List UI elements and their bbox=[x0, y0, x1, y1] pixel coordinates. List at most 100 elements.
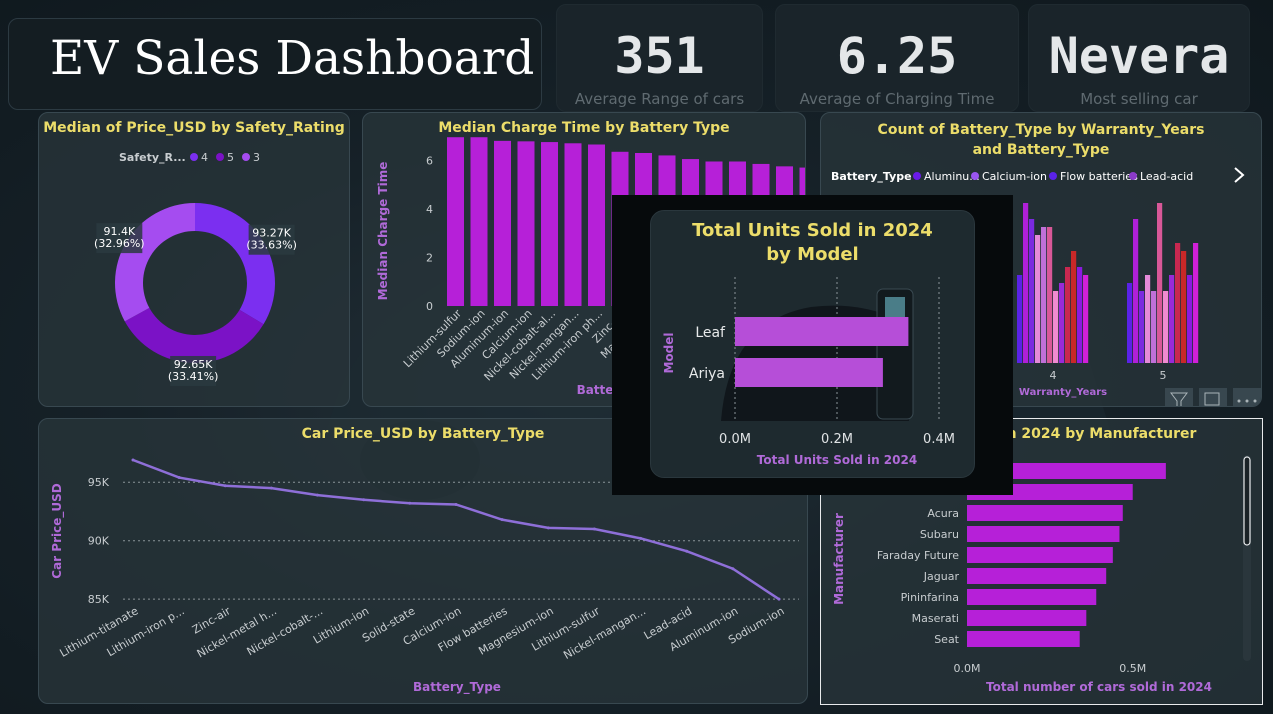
scrollbar-thumb bbox=[1243, 456, 1251, 546]
x-tick-label: 5 bbox=[1160, 369, 1167, 382]
legend-label: Lead-acid bbox=[1140, 170, 1193, 183]
kpi-value: 6.25 bbox=[836, 27, 958, 85]
bar bbox=[1023, 203, 1029, 363]
bar bbox=[470, 137, 488, 306]
bar bbox=[1151, 291, 1157, 363]
bar bbox=[1193, 243, 1199, 363]
data-point bbox=[362, 498, 366, 502]
bar bbox=[1071, 251, 1077, 363]
donut-chart-panel[interactable]: Median of Price_USD by Safety_Rating Saf… bbox=[38, 112, 350, 407]
y-tick-label: 95K bbox=[88, 476, 110, 489]
legend-title: Safety_R... bbox=[119, 151, 186, 164]
x-tick-label: 0.4M bbox=[923, 432, 955, 447]
donut-slice bbox=[195, 203, 275, 325]
bar bbox=[1139, 291, 1145, 363]
model-chart: 0.0M 0.2M 0.4M Leaf Ariya Model Total Units So… bbox=[662, 277, 955, 467]
data-point bbox=[269, 486, 273, 490]
bar bbox=[735, 358, 883, 387]
bar bbox=[967, 589, 1097, 605]
model-chart-popup[interactable]: Total Units Sold in 2024 by Model 0.0M 0.… bbox=[612, 195, 1013, 495]
legend-label: 5 bbox=[227, 151, 234, 164]
bar bbox=[1029, 219, 1035, 363]
bar bbox=[967, 568, 1107, 584]
x-axis-title: Battery_Type bbox=[413, 680, 501, 695]
more-options-dot bbox=[1237, 399, 1241, 403]
legend-marker bbox=[242, 153, 250, 161]
y-tick-label: 90K bbox=[88, 535, 110, 548]
data-point bbox=[408, 501, 412, 505]
x-tick-label: Lithium-iron p... bbox=[105, 604, 187, 659]
kpi-card-charging-time[interactable]: 6.25 Average of Charging Time bbox=[775, 4, 1019, 112]
more-options-dot bbox=[1245, 399, 1249, 403]
legend-label: Flow batteries bbox=[1060, 170, 1138, 183]
x-axis-title: Total Units Sold in 2024 bbox=[757, 453, 917, 467]
bar bbox=[588, 144, 605, 306]
kpi-value: Nevera bbox=[1048, 27, 1230, 85]
legend-marker bbox=[1049, 172, 1057, 180]
bar bbox=[735, 317, 909, 346]
x-tick-label: Nickel-metal h... bbox=[195, 604, 279, 660]
bar bbox=[1017, 275, 1023, 363]
data-label: (33.63%) bbox=[246, 239, 297, 252]
x-tick-label: 0.0M bbox=[954, 662, 981, 675]
y-tick-label: Maserati bbox=[912, 612, 959, 625]
bar bbox=[564, 143, 582, 306]
more-options-icon bbox=[1233, 388, 1261, 406]
y-tick-label: Acura bbox=[927, 507, 959, 520]
bar bbox=[1163, 291, 1169, 363]
bar bbox=[517, 141, 535, 306]
y-tick-label: Leaf bbox=[695, 325, 726, 341]
bar bbox=[1035, 235, 1041, 363]
bar bbox=[1175, 243, 1181, 363]
data-point bbox=[316, 493, 320, 497]
focus-mode-icon bbox=[1199, 388, 1227, 406]
filter-icon bbox=[1165, 388, 1193, 406]
bar bbox=[447, 137, 464, 306]
bar bbox=[1059, 283, 1065, 363]
donut-slice bbox=[114, 203, 195, 322]
model-chart-card: Total Units Sold in 2024 by Model 0.0M 0.… bbox=[650, 210, 975, 478]
y-tick-label: Ariya bbox=[689, 366, 725, 382]
title-panel: EV Sales Dashboard bbox=[8, 18, 542, 110]
bar bbox=[1083, 275, 1089, 363]
bar bbox=[1133, 219, 1139, 363]
y-tick-label: 4 bbox=[426, 203, 433, 216]
kpi-label: Average of Charging Time bbox=[799, 90, 995, 108]
legend-label: 3 bbox=[253, 151, 260, 164]
x-axis-title: Batte bbox=[577, 383, 614, 397]
bar bbox=[1157, 203, 1163, 363]
more-options-dot bbox=[1253, 399, 1257, 403]
data-point bbox=[546, 526, 550, 530]
data-point bbox=[731, 567, 735, 571]
kpi-card-average-range[interactable]: 351 Average Range of cars bbox=[556, 4, 763, 112]
x-tick-label: 0.0M bbox=[719, 432, 751, 447]
y-tick-label: 2 bbox=[426, 251, 433, 264]
x-tick-label: 0.2M bbox=[821, 432, 853, 447]
x-tick-label: 4 bbox=[1050, 369, 1057, 382]
x-tick-label: Nickel-mangan... bbox=[561, 604, 648, 662]
data-label: (33.41%) bbox=[168, 370, 219, 383]
kpi-label: Average Range of cars bbox=[574, 90, 745, 108]
legend-marker bbox=[971, 172, 979, 180]
kpi-label: Most selling car bbox=[1080, 90, 1198, 108]
bar bbox=[1145, 275, 1151, 363]
data-point bbox=[592, 527, 596, 531]
legend-title: Battery_Type bbox=[831, 170, 912, 183]
legend-label: 4 bbox=[201, 151, 208, 164]
y-tick-label: Seat bbox=[934, 633, 959, 646]
legend-marker bbox=[190, 153, 198, 161]
bar bbox=[1181, 251, 1187, 363]
x-axis-title: Warranty_Years bbox=[1019, 387, 1107, 398]
data-point bbox=[131, 458, 135, 462]
bar bbox=[1053, 291, 1059, 363]
bar bbox=[1047, 227, 1053, 363]
y-axis-title: Median Charge Time bbox=[376, 162, 390, 301]
y-tick-label: Jaguar bbox=[923, 570, 960, 583]
data-point bbox=[777, 597, 781, 601]
x-tick-label: 0.5M bbox=[1119, 662, 1146, 675]
data-point bbox=[500, 518, 504, 522]
data-point bbox=[223, 484, 227, 488]
charger-screen bbox=[885, 297, 905, 319]
kpi-card-most-selling[interactable]: Nevera Most selling car bbox=[1028, 4, 1250, 112]
data-point bbox=[454, 502, 458, 506]
